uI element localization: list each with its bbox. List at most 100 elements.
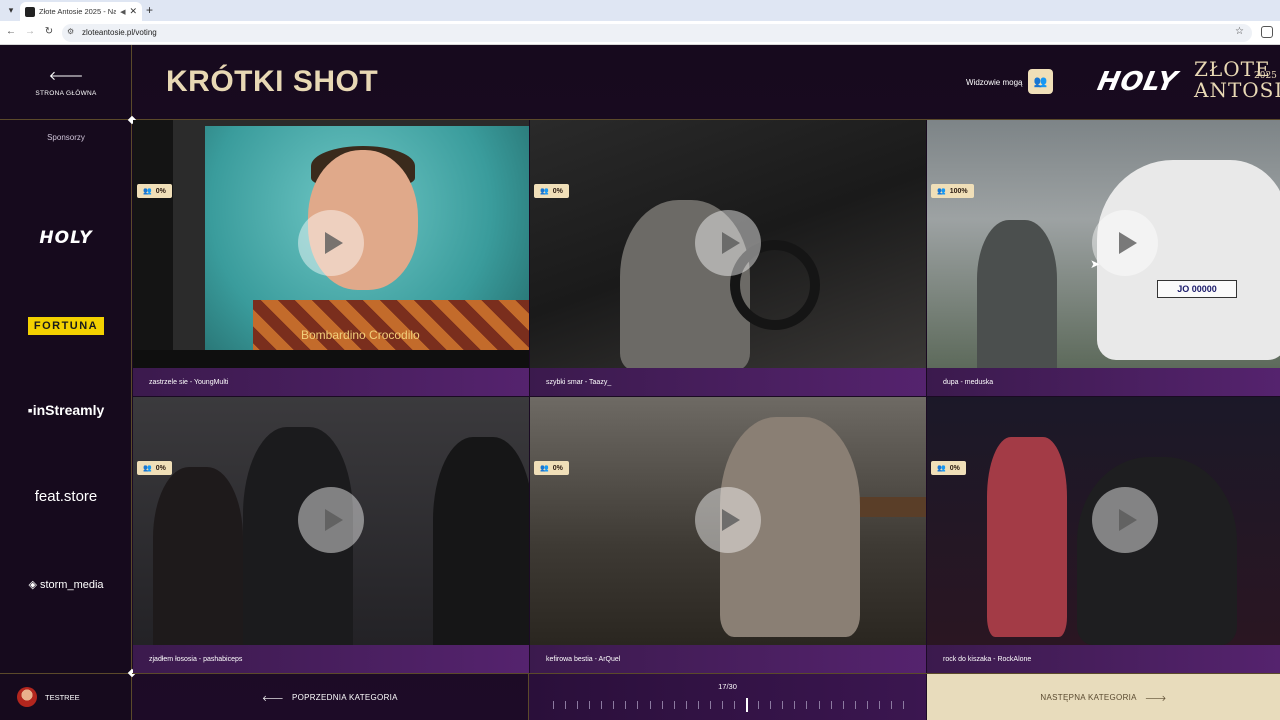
bookmark-star-icon[interactable]: ☆ — [1235, 26, 1244, 37]
users-icon: 👥 — [937, 188, 946, 195]
close-tab-icon[interactable]: ✕ — [129, 6, 137, 17]
sponsor-fortuna-logo: FORTUNA — [27, 317, 105, 335]
clip-caption: kefirowa bestia - ArQuel — [530, 645, 926, 673]
clip-card[interactable]: 👥 0% kefirowa bestia - ArQuel — [530, 397, 926, 673]
vote-percent: 0% — [155, 464, 166, 472]
next-category-label: NASTĘPNA KATEGORIA — [1040, 693, 1137, 702]
users-icon: 👥 — [143, 465, 152, 472]
viewers-label: Widzowie mogą — [966, 78, 1023, 87]
progress-ticks — [553, 698, 904, 712]
clip-caption: zjadłem łososia - pashabiceps — [133, 645, 529, 673]
play-button[interactable] — [695, 487, 761, 553]
sponsor-fortuna[interactable]: FORTUNA — [0, 316, 132, 335]
progress-tick — [734, 701, 736, 709]
clip-card[interactable]: 👥 0% szybki smar - Taazy_ — [530, 120, 926, 396]
users-icon: 👥 — [540, 188, 549, 195]
sponsor-featstore-logo: feat.store — [34, 488, 98, 505]
clip-card[interactable]: Bombardino Crocodilo 👥 0% zastrzele sie -… — [133, 120, 529, 396]
clips-grid: Bombardino Crocodilo 👥 0% zastrzele sie -… — [133, 120, 1280, 673]
vote-percent-badge: 👥 0% — [137, 184, 172, 198]
progress-tick — [553, 701, 554, 709]
play-icon — [1118, 232, 1137, 254]
progress-tick-current — [746, 698, 748, 712]
sponsor-holy[interactable]: HOLY — [0, 228, 132, 248]
user-profile[interactable]: TESTREE — [0, 673, 132, 720]
sponsor-holy-logo: HOLY — [39, 228, 93, 248]
sponsor-stormmedia[interactable]: ◈ storm_media — [0, 575, 132, 593]
audio-icon[interactable]: ◀︎ — [120, 8, 125, 16]
sponsor-featstore[interactable]: feat.store — [0, 488, 132, 506]
user-name: TESTREE — [45, 692, 80, 702]
browser-tab[interactable]: Złote Antosie 2025 - Najwi ◀︎ ✕ — [20, 2, 142, 21]
progress-tick — [866, 701, 868, 709]
mouse-cursor-icon: ➤ — [1090, 257, 1101, 271]
vote-percent-badge: 👥 100% — [931, 184, 974, 198]
clip-caption: szybki smar - Taazy_ — [530, 368, 926, 396]
clip-card[interactable]: 👥 0% zjadłem łososia - pashabiceps — [133, 397, 529, 673]
viewers-vote-button[interactable]: 👥 — [1028, 69, 1053, 94]
forward-icon[interactable]: → — [23, 25, 37, 39]
page-header: KRÓTKI SHOT Widzowie mogą 👥 HOLY ZŁOTE A… — [132, 45, 1280, 120]
home-link[interactable]: 🡐 STRONA GŁÓWNA — [0, 45, 132, 120]
users-icon: 👥 — [540, 465, 549, 472]
home-label: STRONA GŁÓWNA — [35, 89, 97, 97]
clip-card[interactable]: 👥 0% rock do kiszaka - RockAlone — [927, 397, 1280, 673]
site-info-icon[interactable]: ⚙ — [67, 27, 74, 36]
progress-tick — [818, 701, 820, 709]
next-category-button[interactable]: NASTĘPNA KATEGORIA 🡒 — [927, 674, 1280, 720]
address-bar[interactable]: ⚙ zloteantosie.pl/voting ☆ — [62, 24, 1252, 42]
new-tab-button[interactable]: + — [146, 3, 153, 17]
play-button[interactable] — [298, 210, 364, 276]
tab-title: Złote Antosie 2025 - Najwi — [39, 7, 117, 16]
browser-tab-bar: ▾ Złote Antosie 2025 - Najwi ◀︎ ✕ + — [0, 0, 1280, 21]
progress-tick — [878, 701, 880, 709]
progress-tick — [890, 701, 892, 709]
previous-category-button[interactable]: 🡐 POPRZEDNIA KATEGORIA — [132, 674, 529, 720]
progress-tick — [709, 701, 711, 709]
back-icon[interactable]: ← — [4, 25, 18, 39]
sponsor-stormmedia-text: storm_media — [39, 579, 104, 591]
vote-percent: 0% — [155, 187, 166, 195]
browser-toolbar: ← → ↻ ⚙ zloteantosie.pl/voting ☆ — [0, 21, 1280, 45]
progress-tick — [758, 701, 760, 709]
progress-tick — [661, 701, 663, 709]
play-button[interactable] — [695, 210, 761, 276]
progress-tick — [673, 701, 675, 709]
progress-tick — [613, 701, 615, 709]
sponsor-instreamly[interactable]: ▪inStreamly — [0, 402, 132, 420]
play-button[interactable] — [298, 487, 364, 553]
users-icon: 👥 — [937, 465, 946, 472]
progress-tick — [577, 701, 579, 709]
progress-tick — [589, 701, 591, 709]
progress-tick — [782, 701, 784, 709]
vote-percent-badge: 👥 0% — [137, 461, 172, 475]
url-text: zloteantosie.pl/voting — [82, 28, 157, 37]
progress-tick — [903, 701, 904, 709]
reload-icon[interactable]: ↻ — [42, 25, 56, 39]
tab-list-button[interactable]: ▾ — [4, 3, 18, 17]
clip-card[interactable]: JO 00000 👥 100% dupa - meduska — [927, 120, 1280, 396]
category-progress: 17/30 — [529, 674, 926, 720]
clip-caption: zastrzele sie - YoungMulti — [133, 368, 529, 396]
arrow-right-icon: 🡒 — [1144, 693, 1167, 703]
extensions-icon[interactable] — [1261, 26, 1273, 38]
clip-caption: rock do kiszaka - RockAlone — [927, 645, 1280, 673]
brand-holy-logo: HOLY — [1094, 67, 1181, 97]
progress-tick — [830, 701, 832, 709]
users-icon: 👥 — [143, 188, 152, 195]
clip-caption: dupa - meduska — [927, 368, 1280, 396]
vote-percent-badge: 👥 0% — [931, 461, 966, 475]
users-icon: 👥 — [1033, 76, 1048, 88]
sponsor-instreamly-logo: ▪inStreamly — [27, 402, 105, 418]
play-button[interactable] — [1092, 210, 1158, 276]
play-button[interactable] — [1092, 487, 1158, 553]
brand-antosie: ANTOSIE — [1194, 78, 1280, 102]
vote-percent: 0% — [552, 464, 563, 472]
progress-tick — [770, 701, 772, 709]
progress-tick — [649, 701, 651, 709]
favicon-icon — [25, 6, 35, 17]
progress-count: 17/30 — [718, 682, 737, 691]
previous-category-label: POPRZEDNIA KATEGORIA — [291, 693, 398, 702]
sponsor-stormmedia-logo: ◈ storm_media — [28, 579, 104, 591]
progress-tick — [721, 701, 723, 709]
